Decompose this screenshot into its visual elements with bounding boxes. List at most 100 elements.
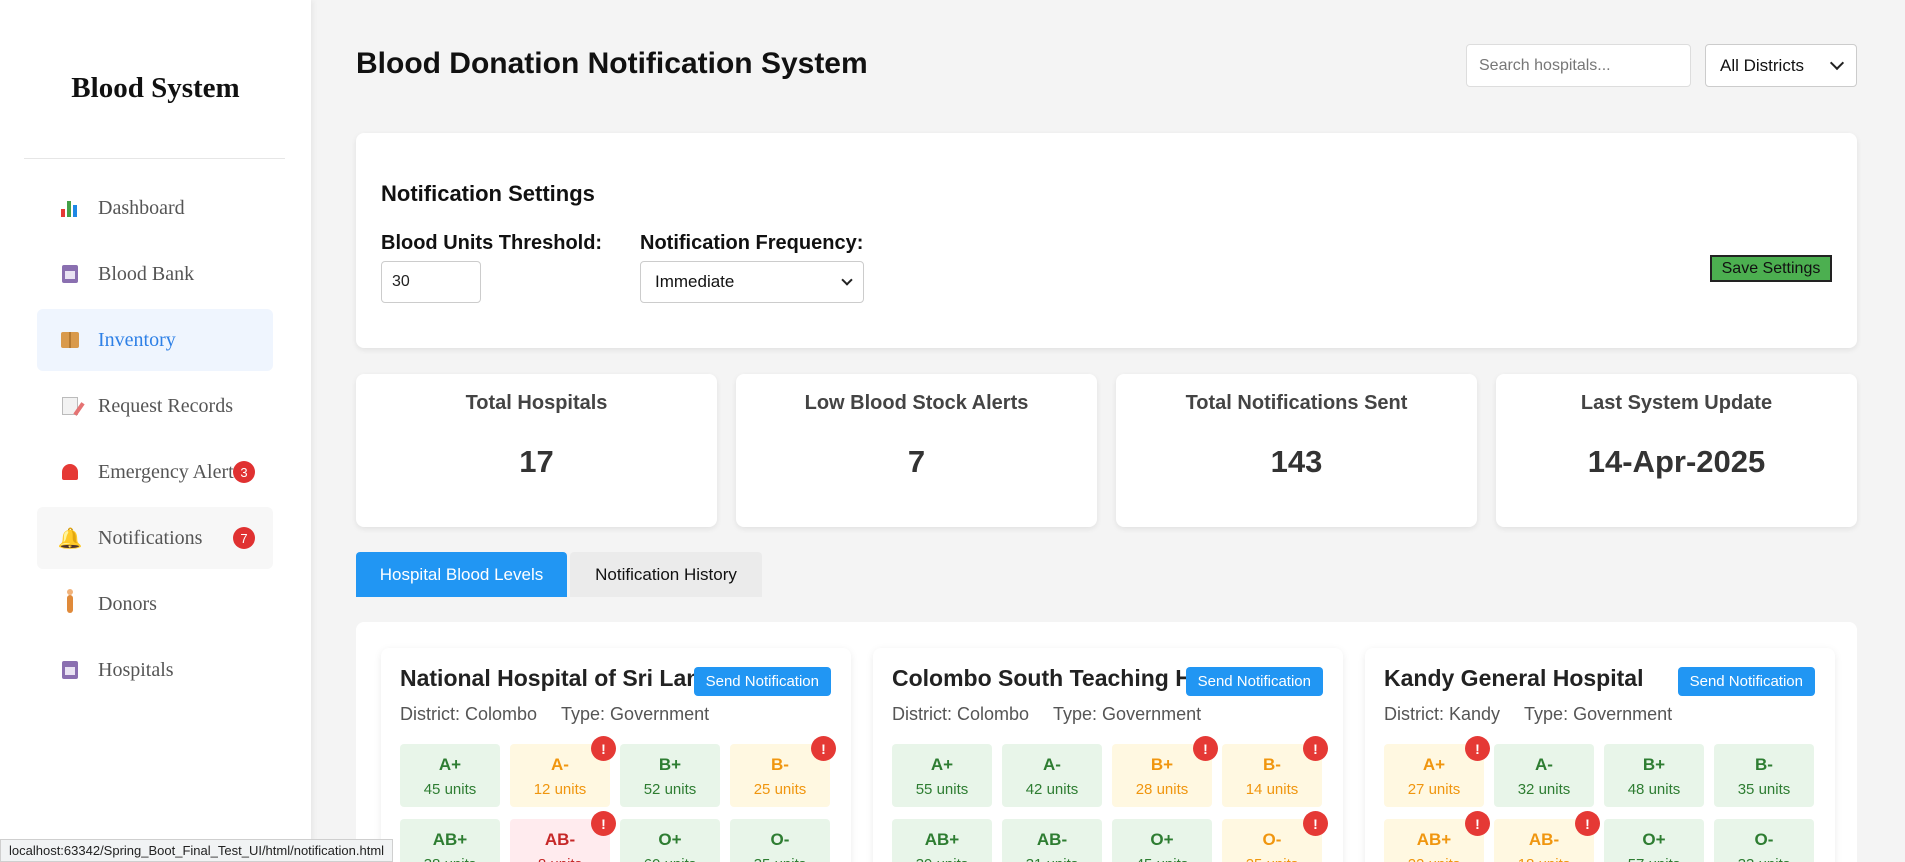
sidebar: Blood System Dashboard Blood Bank Invent… <box>0 0 311 862</box>
search-input[interactable] <box>1466 44 1691 87</box>
blood-level-cell: AB-8 units! <box>510 811 616 862</box>
alert-icon: ! <box>591 811 616 836</box>
alert-icon: ! <box>591 736 616 761</box>
blood-units: 60 units <box>620 856 720 862</box>
blood-level-cell: A- 32 units <box>1494 744 1594 807</box>
hospital-district: District: Colombo <box>400 704 538 724</box>
blood-units: 38 units <box>400 856 500 862</box>
blood-type: A+ <box>438 755 462 774</box>
blood-units: 48 units <box>1627 781 1681 798</box>
sidebar-item-label: Notifications <box>98 526 203 549</box>
blood-level-cell: AB- 31 units <box>1002 819 1102 862</box>
district-select[interactable]: All Districts <box>1705 44 1857 87</box>
blood-level-cell: A+ 55 units <box>892 744 992 807</box>
alert-icon: ! <box>1303 811 1328 836</box>
chart-icon <box>59 197 81 219</box>
blood-level-cell: AB-18 units! <box>1494 811 1600 862</box>
send-notification-button[interactable]: Send Notification <box>1185 667 1323 696</box>
hospital-meta: District: Kandy Type: Government <box>1384 704 1672 725</box>
blood-level-cell: AB+22 units! <box>1384 811 1490 862</box>
hospital-meta: District: Colombo Type: Government <box>400 704 709 725</box>
sidebar-item-blood-bank[interactable]: Blood Bank <box>37 243 273 305</box>
blood-type: O- <box>770 830 790 849</box>
blood-units: 14 units <box>1245 781 1299 798</box>
blood-type: O- <box>1754 830 1774 849</box>
tab-hospital-blood-levels[interactable]: Hospital Blood Levels <box>356 552 567 597</box>
alert-icon: ! <box>1575 811 1600 836</box>
blood-type: A+ <box>930 755 954 774</box>
brand-title: Blood System <box>71 72 240 104</box>
district-select-value: All Districts <box>1720 55 1805 75</box>
blood-units: 18 units <box>1494 856 1594 862</box>
blood-level-cell: O- 33 units <box>1714 819 1814 862</box>
stat-value: 17 <box>519 444 554 479</box>
threshold-input[interactable]: 30 <box>381 261 481 303</box>
stat-value: 14-Apr-2025 <box>1587 444 1766 479</box>
stat-label: Total Hospitals <box>465 392 608 414</box>
blood-level-cell: B+ 28 units! <box>1112 736 1218 807</box>
emergency-alerts-badge: 3 <box>233 461 255 483</box>
sidebar-item-emergency-alerts[interactable]: Emergency Alerts 3 <box>37 441 273 503</box>
sidebar-item-request-records[interactable]: Request Records <box>37 375 273 437</box>
threshold-label: Blood Units Threshold: <box>381 232 603 254</box>
person-icon <box>59 589 81 615</box>
hospital-type: Type: Government <box>1053 704 1202 724</box>
settings-title: Notification Settings <box>381 181 595 206</box>
sidebar-item-donors[interactable]: Donors <box>37 573 273 635</box>
blood-type: AB+ <box>432 830 468 849</box>
sidebar-item-label: Dashboard <box>98 196 185 219</box>
sidebar-item-label: Hospitals <box>98 658 174 681</box>
send-notification-button[interactable]: Send Notification <box>1677 667 1815 696</box>
hospital-type: Type: Government <box>561 704 710 724</box>
hospital-meta: District: Colombo Type: Government <box>892 704 1201 725</box>
blood-type: B- <box>1755 755 1773 774</box>
blood-type: B+ <box>658 755 682 774</box>
send-notification-button[interactable]: Send Notification <box>693 667 831 696</box>
alert-icon: ! <box>1465 736 1490 761</box>
blood-units: 35 units <box>1737 781 1791 798</box>
blood-type: AB- <box>1036 830 1068 849</box>
frequency-select-value: Immediate <box>655 272 735 291</box>
sidebar-item-dashboard[interactable]: Dashboard <box>37 177 273 239</box>
blood-units: 32 units <box>1517 781 1571 798</box>
hospital-type: Type: Government <box>1524 704 1673 724</box>
blood-type: O+ <box>1150 830 1174 849</box>
blood-type: A- <box>1535 755 1553 774</box>
blood-bank-icon <box>59 263 81 285</box>
blood-type: O+ <box>658 830 682 849</box>
sidebar-item-label: Donors <box>98 592 157 615</box>
stat-label: Total Notifications Sent <box>1185 392 1408 414</box>
blood-level-cell: A+ 45 units <box>400 744 500 807</box>
blood-units: 52 units <box>643 781 697 798</box>
hospital-district: District: Kandy <box>1384 704 1501 724</box>
blood-level-cell: AB+ 39 units <box>892 819 992 862</box>
sidebar-item-hospitals[interactable]: Hospitals <box>37 639 273 701</box>
blood-units: 45 units <box>423 781 477 798</box>
bell-icon: 🔔 <box>57 527 83 550</box>
page-title: Blood Donation Notification System <box>356 47 868 80</box>
alert-icon: ! <box>811 736 836 761</box>
blood-units: 55 units <box>915 781 969 798</box>
frequency-select[interactable]: Immediate <box>640 261 864 303</box>
blood-units: 42 units <box>1025 781 1079 798</box>
blood-level-cell: O-25 units! <box>1222 811 1328 862</box>
sidebar-item-label: Request Records <box>98 394 233 417</box>
save-settings-button[interactable]: Save Settings <box>1710 255 1832 282</box>
blood-level-cell: A- 42 units <box>1002 744 1102 807</box>
blood-level-cell: B- 25 units! <box>730 736 836 807</box>
tab-notification-history[interactable]: Notification History <box>570 552 762 597</box>
siren-icon <box>59 461 81 483</box>
sidebar-item-notifications[interactable]: 🔔 Notifications 7 <box>37 507 273 569</box>
blood-units: 39 units <box>892 856 992 862</box>
brand-divider <box>24 158 285 159</box>
alert-icon: ! <box>1303 736 1328 761</box>
sidebar-item-label: Blood Bank <box>98 262 195 285</box>
chevron-down-icon <box>841 273 853 286</box>
sidebar-item-inventory[interactable]: Inventory <box>37 309 273 371</box>
sidebar-nav: Dashboard Blood Bank Inventory Request R… <box>37 177 273 705</box>
status-bar-url: localhost:63342/Spring_Boot_Final_Test_U… <box>0 839 394 862</box>
blood-level-cell: O- 35 units <box>730 819 830 862</box>
blood-level-grid: A+ 45 units A- 12 units! B+ 52 units B- 25 unit… <box>400 736 836 862</box>
stat-label: Low Blood Stock Alerts <box>804 392 1029 414</box>
blood-type: A- <box>1043 755 1061 774</box>
